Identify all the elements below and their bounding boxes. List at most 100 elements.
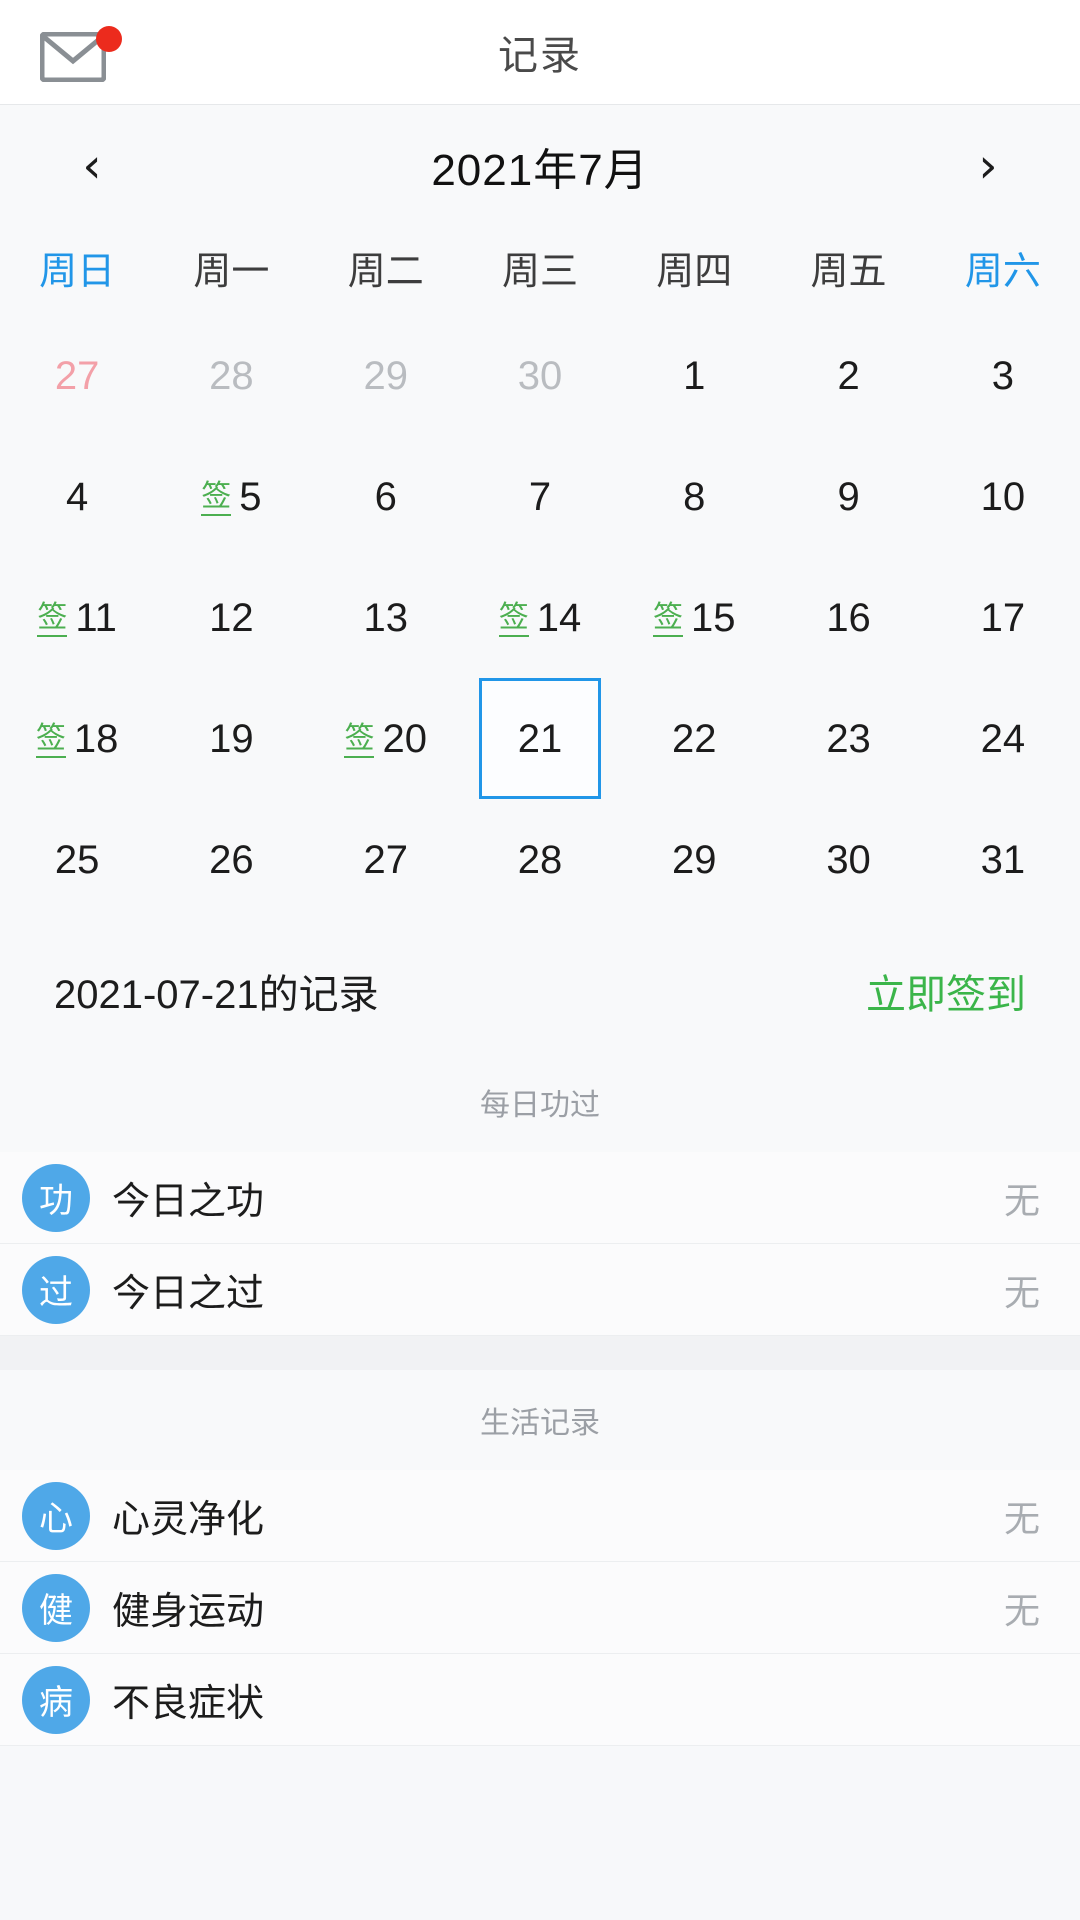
list-item[interactable]: 心心灵净化 无 [0,1470,1080,1562]
calendar-day[interactable]: 1 [617,315,771,436]
list-item[interactable]: 过今日之过 无 [0,1244,1080,1336]
avatar: 心 [22,1481,90,1550]
calendar-day[interactable]: 4 [0,436,154,557]
calendar-day-inner: 13 [325,557,447,678]
calendar-day[interactable]: 6 [309,436,463,557]
record-sections: 每日功过功今日之功无过今日之过无生活记录心心灵净化无健健身运动无病不良症状 [0,1052,1080,1746]
calendar-day-number: 25 [54,837,100,882]
calendar-day-inner: 31 [942,799,1064,920]
weekday-label: 周日 [39,250,116,293]
section-divider [0,1336,1080,1370]
page-title: 记录 [498,34,582,78]
avatar: 健 [22,1573,90,1642]
weekday-header-row: 周日 周一 周二 周三 周四 周五 周六 [0,227,1080,315]
calendar-day[interactable]: 2 [771,315,925,436]
calendar-day-inner: 9 [788,436,910,557]
calendar-day[interactable]: 28 [154,315,308,436]
section-title: 生活记录 [0,1370,1080,1458]
calendar-day[interactable]: 签 15 [617,557,771,678]
avatar: 过 [22,1255,90,1324]
calendar-day-number: 13 [363,595,408,640]
calendar-day[interactable]: 签 11 [0,557,154,678]
calendar-day[interactable]: 10 [926,436,1080,557]
list-item-value: 无 [1003,1179,1040,1221]
calendar-day[interactable]: 7 [463,436,617,557]
mail-button[interactable] [34,26,126,90]
calendar-day-number: 16 [826,595,871,640]
calendar-day[interactable]: 28 [463,799,617,920]
calendar-day[interactable]: 签 18 [0,678,154,799]
calendar-day-number: 24 [980,716,1026,761]
weekday-label: 周一 [193,250,270,293]
calendar-day-number: 5 [239,474,262,519]
calendar-day[interactable]: 24 [926,678,1080,799]
calendar-day-inner: 16 [788,557,910,678]
list-item[interactable]: 功今日之功 无 [0,1152,1080,1244]
calendar-day[interactable]: 3 [926,315,1080,436]
calendar-day-inner: 26 [170,799,292,920]
calendar-day-number: 3 [991,353,1014,398]
calendar-day[interactable]: 31 [926,799,1080,920]
month-navigation: ‹ 2021年7月 › [0,105,1080,227]
calendar-day[interactable]: 19 [154,678,308,799]
calendar-day[interactable]: 13 [309,557,463,678]
calendar-day-selected[interactable]: 21 [463,678,617,799]
record-date-label: 2021-07-21的记录 [54,973,379,1017]
calendar-day[interactable]: 27 [309,799,463,920]
avatar: 病 [22,1665,90,1734]
next-month-button[interactable]: › [958,142,1018,190]
notification-badge-dot [96,26,122,52]
sign-in-mark-icon: 签 [37,600,68,637]
calendar-day[interactable]: 22 [617,678,771,799]
calendar-day-inner: 签 14 [479,557,601,678]
weekday-label: 周六 [964,250,1041,293]
calendar-day-number: 6 [374,474,397,519]
calendar-day-number: 26 [209,837,254,882]
weekday-label: 周五 [810,250,887,293]
calendar-day[interactable]: 25 [0,799,154,920]
list-item-label: 今日之功 [112,1181,265,1223]
calendar-day-inner: 30 [479,315,601,436]
calendar-day[interactable]: 23 [771,678,925,799]
calendar-day[interactable]: 26 [154,799,308,920]
list-item-label: 不良症状 [112,1683,265,1725]
list-item-value: 无 [1003,1589,1040,1631]
section-body: 心心灵净化无健健身运动无病不良症状 [0,1470,1080,1746]
calendar-day-inner: 签5 [170,436,292,557]
calendar-day-number: 31 [980,837,1026,882]
calendar-day[interactable]: 17 [926,557,1080,678]
list-item[interactable]: 病不良症状 [0,1654,1080,1746]
sign-in-now-button[interactable]: 立即签到 [866,962,1026,1020]
list-item[interactable]: 健健身运动 无 [0,1562,1080,1654]
prev-month-button[interactable]: ‹ [62,142,122,190]
calendar-day[interactable]: 30 [463,315,617,436]
calendar-day-number: 28 [517,837,563,882]
sign-in-mark-icon: 签 [201,479,232,516]
calendar-day[interactable]: 9 [771,436,925,557]
weekday-label: 周四 [656,250,733,293]
current-month-label: 2021年7月 [431,146,649,195]
calendar-day[interactable]: 27 [0,315,154,436]
page-body: ‹ 2021年7月 › 周日 周一 周二 周三 周四 周五 周六 27 28 29 30 1 2 3 4 签… [0,104,1080,1746]
calendar-day-number: 18 [73,716,119,761]
calendar-day[interactable]: 签 20 [309,678,463,799]
calendar-day-number: 30 [826,837,871,882]
calendar-day[interactable]: 签5 [154,436,308,557]
calendar-day-number: 1 [683,353,706,398]
calendar-day[interactable]: 16 [771,557,925,678]
calendar-day[interactable]: 29 [617,799,771,920]
calendar-day-inner: 6 [325,436,447,557]
calendar-day-number: 11 [75,595,117,640]
avatar: 功 [22,1163,90,1232]
calendar-day[interactable]: 8 [617,436,771,557]
calendar-day[interactable]: 30 [771,799,925,920]
calendar-day-inner: 23 [788,678,910,799]
calendar-day[interactable]: 12 [154,557,308,678]
calendar-day[interactable]: 29 [309,315,463,436]
list-item-label: 心灵净化 [112,1499,265,1541]
calendar-day-inner: 签 11 [16,557,138,678]
calendar-day-inner: 4 [16,436,138,557]
calendar-day[interactable]: 签 14 [463,557,617,678]
calendar-day-inner: 10 [942,436,1064,557]
calendar-day-inner: 29 [633,799,755,920]
